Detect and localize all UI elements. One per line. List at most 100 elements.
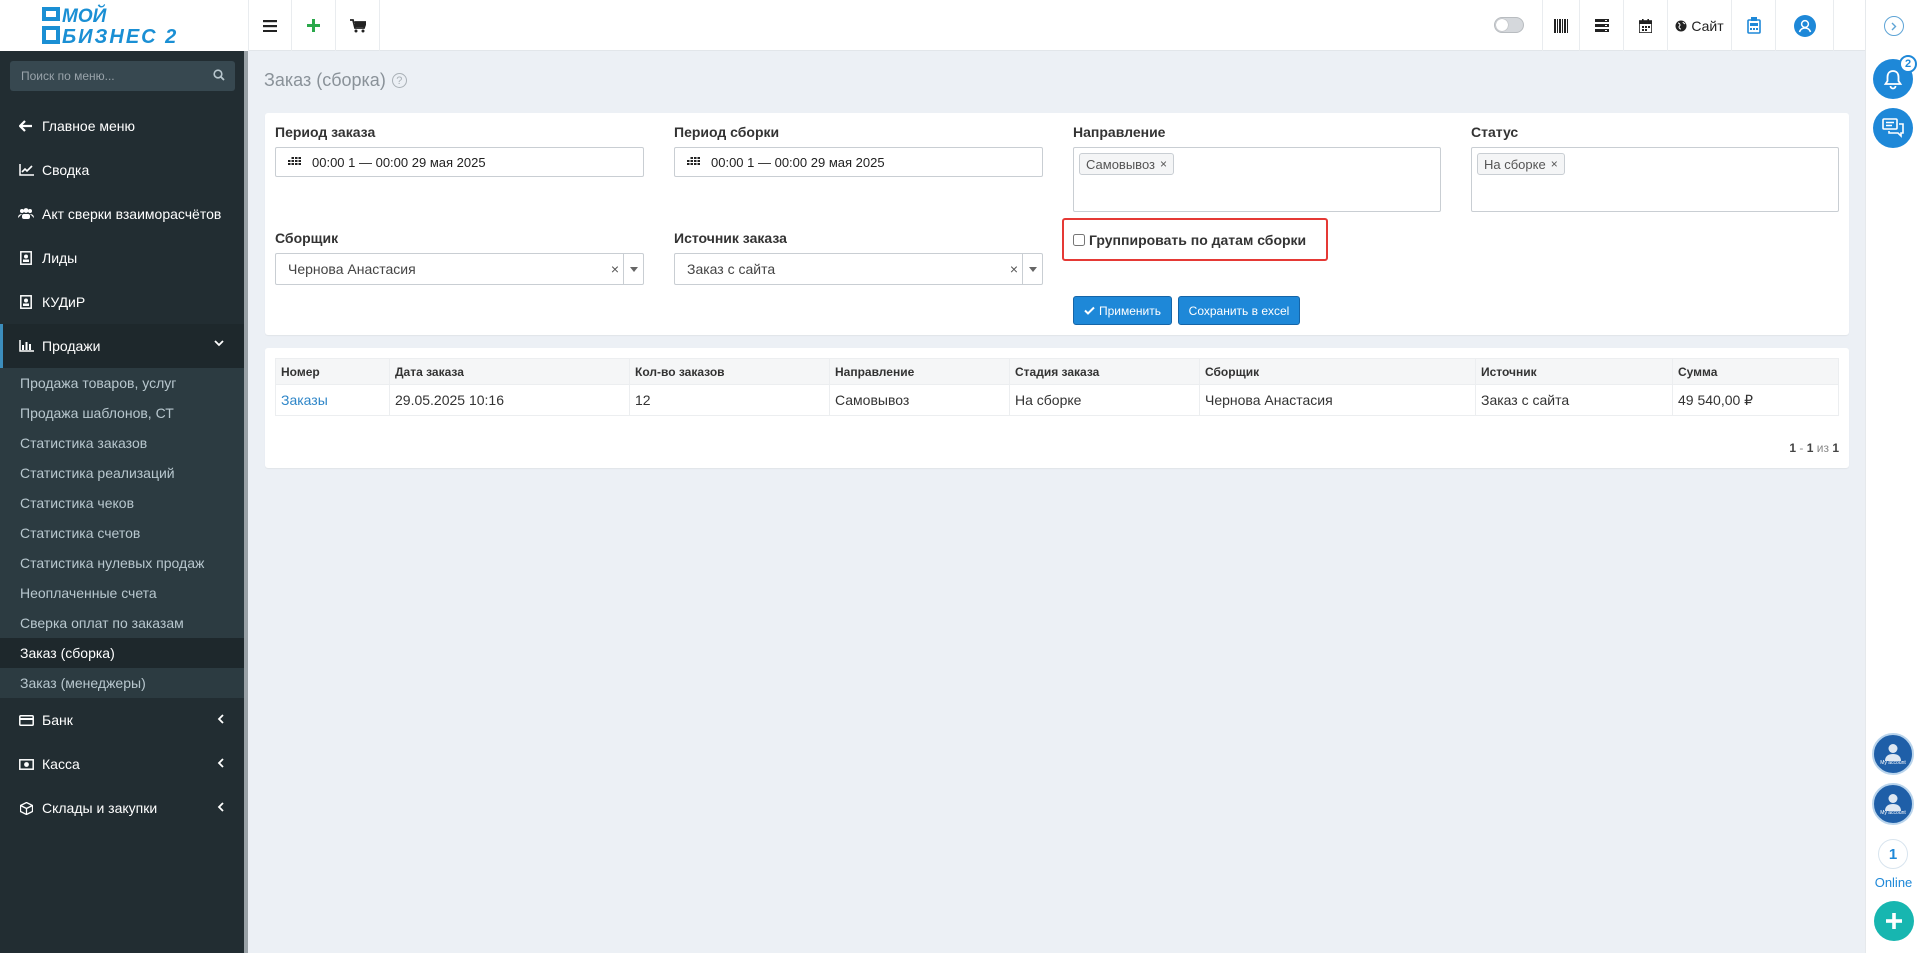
assembly-period-label: Период сборки bbox=[674, 124, 780, 140]
submenu-item[interactable]: Продажа шаблонов, СТ bbox=[0, 398, 244, 428]
help-icon[interactable]: ? bbox=[391, 73, 407, 88]
assembler-label: Сборщик bbox=[275, 230, 339, 246]
sidebar-item-reconciliation[interactable]: Акт сверки взаиморасчётов bbox=[0, 192, 244, 236]
cart-button[interactable] bbox=[336, 0, 380, 51]
dropdown-arrow[interactable] bbox=[1022, 254, 1042, 284]
sales-submenu: Продажа товаров, услуг Продажа шаблонов,… bbox=[0, 368, 244, 698]
table-cell: Самовывоз bbox=[829, 384, 1010, 416]
column-header[interactable]: Источник bbox=[1475, 358, 1673, 385]
sidebar-item-label: Лиды bbox=[42, 250, 78, 266]
server-button[interactable] bbox=[1580, 0, 1624, 51]
cashbox-button[interactable] bbox=[1732, 0, 1776, 51]
assembly-period-value: 00:00 1 — 00:00 29 мая 2025 bbox=[711, 154, 885, 170]
order-period-input[interactable]: 00:00 1 — 00:00 29 мая 2025 bbox=[275, 147, 644, 177]
table-header-row: Номер Дата заказа Кол-во заказов Направл… bbox=[275, 358, 1839, 385]
sidebar-item-label: Продажи bbox=[42, 338, 101, 354]
logo[interactable]: МОЙ БИЗНЕС 2 bbox=[0, 0, 248, 51]
submenu-item-current[interactable]: Заказ (сборка) bbox=[0, 638, 244, 668]
plus-icon bbox=[1886, 913, 1902, 929]
barcode-button[interactable] bbox=[1542, 0, 1580, 51]
assembly-period-input[interactable]: 00:00 1 — 00:00 29 мая 2025 bbox=[674, 147, 1043, 177]
status-tag-label: На сборке bbox=[1484, 156, 1546, 172]
caret-down-icon bbox=[1028, 266, 1037, 272]
submenu-item[interactable]: Продажа товаров, услуг bbox=[0, 368, 244, 398]
clear-icon[interactable]: × bbox=[611, 261, 619, 277]
column-header[interactable]: Номер bbox=[275, 358, 390, 385]
group-by-dates-checkbox[interactable] bbox=[1073, 233, 1085, 246]
pager-from: 1 bbox=[1789, 441, 1797, 455]
dropdown-arrow[interactable] bbox=[623, 254, 643, 284]
site-button[interactable]: Сайт bbox=[1668, 0, 1732, 51]
direction-tag-label: Самовывоз bbox=[1086, 156, 1155, 172]
submenu-item[interactable]: Статистика реализаций bbox=[0, 458, 244, 488]
sidebar-item-warehouses[interactable]: Склады и закупки bbox=[0, 786, 244, 830]
add-widget-button[interactable] bbox=[1874, 901, 1914, 941]
sidebar-item-main-menu[interactable]: Главное меню bbox=[0, 104, 244, 148]
pagination-summary: 1 - 1 из 1 bbox=[1789, 441, 1839, 455]
column-header[interactable]: Сборщик bbox=[1199, 358, 1476, 385]
sidebar-item-leads[interactable]: Лиды bbox=[0, 236, 244, 280]
my-account-button[interactable]: My account bbox=[1872, 783, 1914, 825]
submenu-item[interactable]: Сверка оплат по заказам bbox=[0, 608, 244, 638]
submenu-item[interactable]: Заказ (менеджеры) bbox=[0, 668, 244, 698]
status-multiselect[interactable]: На сборке × bbox=[1471, 147, 1839, 212]
submenu-item[interactable]: Статистика нулевых продаж bbox=[0, 548, 244, 578]
assembler-select[interactable]: Чернова Анастасия × bbox=[275, 253, 644, 285]
sidebar-item-summary[interactable]: Сводка bbox=[0, 148, 244, 192]
table-cell: Заказы bbox=[275, 384, 390, 416]
calendar-button[interactable] bbox=[1624, 0, 1668, 51]
my-account-button[interactable]: My account bbox=[1872, 733, 1914, 775]
calendar-grid-icon bbox=[288, 157, 301, 165]
column-header[interactable]: Направление bbox=[829, 358, 1010, 385]
chevron-down-icon bbox=[214, 340, 224, 347]
sidebar-menu: Главное меню Сводка Акт сверки взаиморас… bbox=[0, 104, 244, 830]
source-select[interactable]: Заказ с сайта × bbox=[674, 253, 1043, 285]
column-header[interactable]: Кол-во заказов bbox=[629, 358, 830, 385]
list-icon bbox=[1594, 19, 1609, 32]
collapse-rail-button[interactable] bbox=[1884, 16, 1904, 36]
theme-toggle[interactable] bbox=[1494, 17, 1524, 33]
group-by-dates-option[interactable]: Группировать по датам сборки bbox=[1062, 218, 1328, 261]
users-icon bbox=[18, 208, 34, 219]
sidebar-item-label: Касса bbox=[42, 756, 80, 772]
box-icon bbox=[19, 801, 33, 815]
chevron-left-icon bbox=[217, 714, 224, 724]
sidebar-item-cashbox[interactable]: Касса bbox=[0, 742, 244, 786]
sidebar-item-bank[interactable]: Банк bbox=[0, 698, 244, 742]
cash-register-icon bbox=[1746, 17, 1761, 34]
sidebar-item-label: Банк bbox=[42, 712, 73, 728]
sidebar-scrollbar[interactable] bbox=[244, 51, 248, 953]
pager-total: 1 bbox=[1832, 441, 1839, 455]
table-cell: 29.05.2025 10:16 bbox=[389, 384, 630, 416]
column-header[interactable]: Дата заказа bbox=[389, 358, 630, 385]
bar-chart-icon bbox=[18, 340, 34, 352]
sidebar-item-sales[interactable]: Продажи bbox=[0, 324, 244, 368]
column-header[interactable]: Стадия заказа bbox=[1009, 358, 1200, 385]
submenu-item[interactable]: Статистика заказов bbox=[0, 428, 244, 458]
save-excel-label: Сохранить в excel bbox=[1188, 303, 1290, 318]
submenu-item[interactable]: Статистика счетов bbox=[0, 518, 244, 548]
barcode-icon bbox=[1554, 18, 1568, 33]
clear-icon[interactable]: × bbox=[1010, 261, 1018, 277]
remove-tag-icon[interactable]: × bbox=[1160, 157, 1167, 171]
bell-icon bbox=[1883, 70, 1903, 90]
submenu-item[interactable]: Статистика чеков bbox=[0, 488, 244, 518]
results-panel: Номер Дата заказа Кол-во заказов Направл… bbox=[265, 348, 1849, 468]
user-button[interactable] bbox=[1776, 0, 1834, 51]
chat-button[interactable] bbox=[1873, 108, 1913, 148]
sidebar-item-kudir[interactable]: КУДиР bbox=[0, 280, 244, 324]
save-excel-button[interactable]: Сохранить в excel bbox=[1178, 296, 1300, 325]
svg-text:МОЙ: МОЙ bbox=[62, 5, 107, 27]
remove-tag-icon[interactable]: × bbox=[1551, 157, 1558, 171]
column-header[interactable]: Сумма bbox=[1672, 358, 1839, 385]
submenu-item[interactable]: Неоплаченные счета bbox=[0, 578, 244, 608]
apply-button[interactable]: Применить bbox=[1073, 296, 1172, 325]
status-label: Статус bbox=[1471, 124, 1519, 140]
direction-multiselect[interactable]: Самовывоз × bbox=[1073, 147, 1441, 212]
menu-toggle-button[interactable] bbox=[248, 0, 292, 51]
search-icon[interactable] bbox=[213, 69, 225, 81]
source-value: Заказ с сайта bbox=[687, 261, 776, 277]
orders-link[interactable]: Заказы bbox=[281, 392, 328, 408]
add-button[interactable] bbox=[292, 0, 336, 51]
menu-search-input[interactable] bbox=[10, 61, 200, 91]
